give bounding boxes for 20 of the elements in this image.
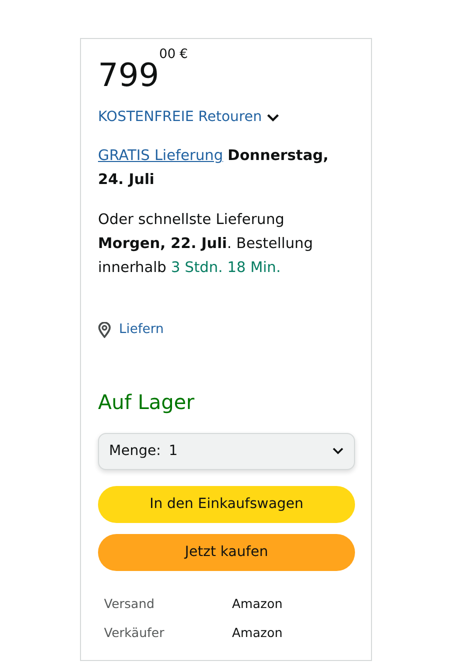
chevron-down-icon xyxy=(266,112,280,122)
price-whole: 799 xyxy=(98,59,160,91)
location-pin-icon xyxy=(98,322,111,338)
add-to-cart-button[interactable]: In den Einkaufswagen xyxy=(98,486,355,523)
detail-label: Verkäufer xyxy=(103,624,166,642)
price-fraction: 00 xyxy=(159,46,176,64)
location-link[interactable]: Liefern xyxy=(98,320,164,340)
delivery-link[interactable]: GRATIS Lieferung xyxy=(98,148,224,164)
currency-symbol: € xyxy=(180,46,188,64)
detail-label: Versand xyxy=(103,594,156,613)
quantity-select[interactable]: Menge: 1 xyxy=(98,432,355,470)
returns-link[interactable]: KOSTENFREIE Retouren xyxy=(98,107,280,128)
detail-value: Amazon xyxy=(232,594,283,613)
buy-now-button[interactable]: Jetzt kaufen xyxy=(98,534,355,571)
fastest-delivery-text: Oder schnellste Lieferung Morgen, 22. Juli. Bestellung innerhalb 3 Stdn. 18 Min. xyxy=(98,211,314,278)
chevron-down-icon xyxy=(332,447,344,456)
delivery-text: GRATIS Lieferung Donnerstag, 24. Juli xyxy=(98,147,330,190)
countdown-text: 3 Stdn. 18 Min. xyxy=(170,260,281,276)
detail-value: Amazon xyxy=(232,624,283,642)
stock-status: Auf Lager xyxy=(98,390,194,414)
